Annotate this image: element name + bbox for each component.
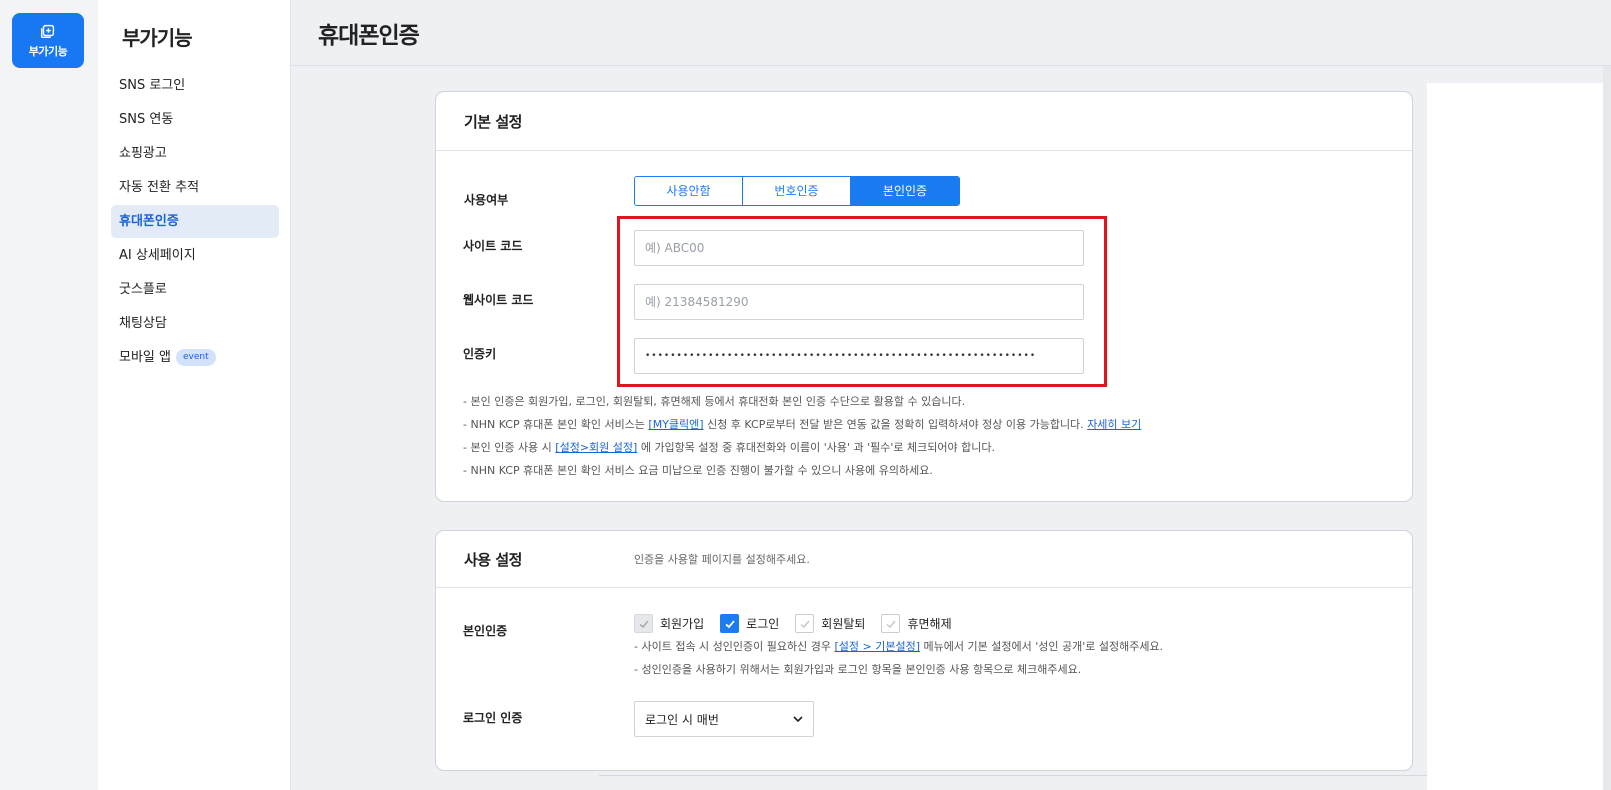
note-text: 신청 후 KCP로부터 전달 받은 연동 값을 정확히 입력하셔야 정상 이용 … [703,418,1088,431]
sidebar-item-conversion-tracking[interactable]: 자동 전환 추적 [111,171,279,204]
member-settings-link[interactable]: [설정>회원 설정] [555,441,637,454]
sidebar-item-label: SNS 연동 [119,112,174,127]
sidebar-item-label: AI 상세페이지 [119,248,196,263]
usage-option-number-auth[interactable]: 번호인증 [743,177,851,205]
note-text: 본인 인증 사용 시 [470,441,556,454]
scrollbar[interactable] [1603,66,1611,790]
usage-label: 사용여부 [464,193,509,207]
login-auth-label: 로그인 인증 [463,711,523,725]
card-header: 기본 설정 [436,92,1412,151]
note-item: 성인인증을 사용하기 위해서는 회원가입과 로그인 항목을 본인인증 사용 항목… [634,658,1163,681]
learn-more-link[interactable]: 자세히 보기 [1087,418,1141,431]
card-header: 사용 설정 인증을 사용할 페이지를 설정해주세요. [436,531,1412,588]
event-badge: event [175,349,216,366]
note-text: 메뉴에서 기본 설정에서 '성인 공개'로 설정해주세요. [920,640,1164,653]
note-item: NHN KCP 휴대폰 본인 확인 서비스 요금 미납으로 인증 진행이 불가할… [463,459,1141,482]
note-text: NHN KCP 휴대폰 본인 확인 서비스 요금 미납으로 인증 진행이 불가할… [470,464,933,477]
sidebar-item-phone-auth[interactable]: 휴대폰인증 [111,205,279,238]
login-auth-select[interactable]: 로그인 시 매번 [634,701,814,737]
auth-key-label: 인증키 [463,347,497,361]
sidebar-item-label: SNS 로그인 [119,78,186,93]
basic-notes: 본인 인증은 회원가입, 로그인, 회원탈퇴, 휴면해제 등에서 휴대전화 본인… [463,390,1141,482]
identity-auth-label: 본인인증 [463,624,508,638]
sidebar-item-label: 휴대폰인증 [119,214,179,229]
checkbox-dormant-release[interactable] [881,614,901,633]
identity-auth-checkboxes: 회원가입 로그인 회원탈퇴 휴면해제 [634,614,968,633]
note-item: 본인 인증은 회원가입, 로그인, 회원탈퇴, 휴면해제 등에서 휴대전화 본인… [463,390,1141,413]
check-icon [800,620,810,628]
card-title: 기본 설정 [464,112,522,131]
site-code-label: 사이트 코드 [463,239,523,253]
addon-rail-button[interactable]: 부가기능 [12,13,84,68]
rail-button-label: 부가기능 [28,45,68,58]
checkbox-signup [634,614,653,633]
sidebar-item-mobile-app[interactable]: 모바일 앱 event [111,341,279,374]
basic-settings-link[interactable]: [설정 > 기본설정] [835,640,921,653]
sidebar-item-shopping-ads[interactable]: 쇼핑광고 [111,137,279,170]
sidebar-item-ai-detail-page[interactable]: AI 상세페이지 [111,239,279,272]
check-icon [638,619,649,628]
right-panel [1427,83,1603,790]
usage-option-off[interactable]: 사용안함 [635,177,743,205]
checkbox-label: 로그인 [746,617,780,631]
check-icon [725,619,735,628]
usage-option-identity-auth[interactable]: 본인인증 [851,177,959,205]
website-code-input[interactable] [634,284,1084,320]
sidebar-item-label: 쇼핑광고 [119,146,167,161]
chevron-down-icon [793,716,803,722]
page-header: 휴대폰인증 [291,0,1611,66]
sidebar-item-sns-link[interactable]: SNS 연동 [111,103,279,136]
usage-segmented-control: 사용안함 번호인증 본인인증 [634,176,960,206]
checkbox-label: 휴면해제 [907,617,952,631]
note-text: 성인인증을 사용하기 위해서는 회원가입과 로그인 항목을 본인인증 사용 항목… [641,663,1082,676]
sidebar-title: 부가기능 [122,26,193,50]
note-item: 사이트 접속 시 성인인증이 필요하신 경우 [설정 > 기본설정] 메뉴에서 … [634,635,1163,658]
note-text: 본인 인증은 회원가입, 로그인, 회원탈퇴, 휴면해제 등에서 휴대전화 본인… [470,395,966,408]
checkbox-label: 회원가입 [660,617,705,631]
sidebar-menu: SNS 로그인 SNS 연동 쇼핑광고 자동 전환 추적 휴대폰인증 AI 상세… [111,69,279,375]
sidebar-item-label: 굿스플로 [119,282,167,297]
website-code-label: 웹사이트 코드 [463,293,534,307]
sidebar-item-label: 모바일 앱 [119,350,171,365]
checkbox-login[interactable] [720,614,740,633]
site-code-input[interactable] [634,230,1084,266]
app-rail: 부가기능 [0,0,98,790]
usage-notes: 사이트 접속 시 성인인증이 필요하신 경우 [설정 > 기본설정] 메뉴에서 … [634,635,1163,681]
note-text: 사이트 접속 시 성인인증이 필요하신 경우 [641,640,835,653]
checkbox-label: 회원탈퇴 [821,617,866,631]
sidebar-item-chat-support[interactable]: 채팅상담 [111,307,279,340]
checkbox-withdraw[interactable] [795,614,815,633]
note-item: 본인 인증 사용 시 [설정>회원 설정] 에 가입항목 설정 중 휴대전화와 … [463,436,1141,459]
select-value: 로그인 시 매번 [645,712,719,727]
my-clicken-link[interactable]: [MY클릭엔] [648,418,703,431]
divider [599,775,1427,776]
card-description: 인증을 사용할 페이지를 설정해주세요. [633,553,810,566]
note-item: NHN KCP 휴대폰 본인 확인 서비스는 [MY클릭엔] 신청 후 KCP로… [463,413,1141,436]
sidebar-item-label: 자동 전환 추적 [119,180,200,195]
sidebar-item-sns-login[interactable]: SNS 로그인 [111,69,279,102]
note-text: 에 가입항목 설정 중 휴대전화와 이름이 '사용' 과 '필수'로 체크되어야… [637,441,995,454]
sidebar: 부가기능 SNS 로그인 SNS 연동 쇼핑광고 자동 전환 추적 휴대폰인증 … [98,0,291,790]
card-title: 사용 설정 [464,550,522,569]
page-title: 휴대폰인증 [318,23,420,49]
sidebar-item-label: 채팅상담 [119,316,167,331]
check-icon [886,620,896,628]
note-text: NHN KCP 휴대폰 본인 확인 서비스는 [470,418,649,431]
sidebar-item-goodsflow[interactable]: 굿스플로 [111,273,279,306]
auth-key-input[interactable] [634,338,1084,374]
addon-plus-icon [40,24,55,39]
